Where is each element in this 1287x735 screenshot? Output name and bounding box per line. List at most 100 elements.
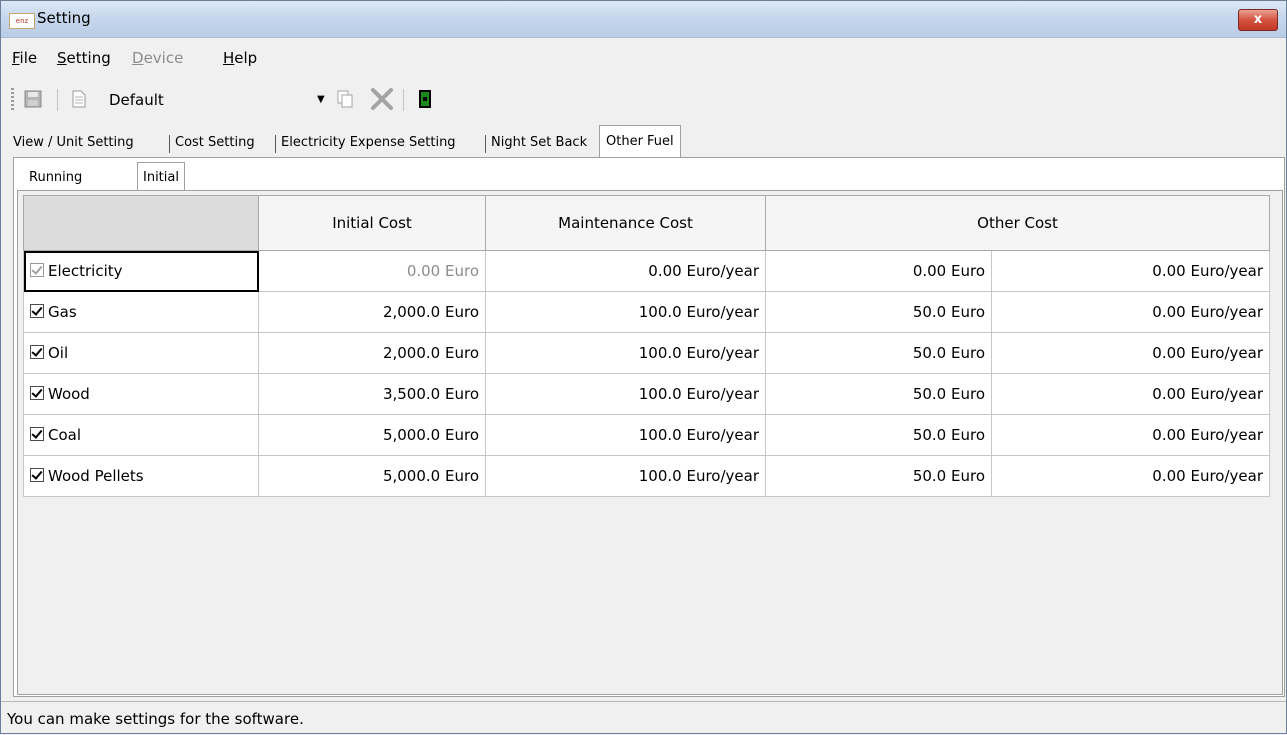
other-cost-cell[interactable]: 50.0 Euro [765,332,992,374]
device-icon[interactable] [415,89,435,109]
tab-initial-cost[interactable]: Initial Cost [137,162,185,214]
maintenance-cost-unit: Euro/year [686,303,759,321]
maintenance-cost-cell[interactable]: 100.0 Euro/year [485,373,766,415]
table-row: Electricity 0.00 Euro 0.00 Euro/year 0.0… [23,250,1270,292]
tab-night-set-back[interactable]: Night Set Back [491,129,587,157]
initial-cost-unit: Euro [445,344,479,362]
other-cost-2-cell[interactable]: 0.00 Euro/year [991,332,1270,374]
other-cost-unit: Euro [951,385,985,403]
fuel-cell[interactable]: Oil [23,332,259,374]
maintenance-cost-value: 100.0 [638,426,682,444]
fuel-label: Wood [48,385,90,403]
initial-cost-cell[interactable]: 2,000.0 Euro [258,291,486,333]
initial-cost-value: 5,000.0 [382,467,441,485]
toolbar-separator [57,89,58,111]
other-cost-cell[interactable]: 50.0 Euro [765,455,992,497]
maintenance-cost-unit: Euro/year [686,344,759,362]
other-cost-value: 50.0 [912,385,947,403]
table-header-row: Initial Cost Maintenance Cost Other Cost [23,195,1270,251]
header-initial-cost[interactable]: Initial Cost [258,195,486,251]
maintenance-cost-cell[interactable]: 100.0 Euro/year [485,291,766,333]
initial-cost-unit: Euro [445,262,479,280]
table-row: Wood Pellets 5,000.0 Euro 100.0 Euro/yea… [23,455,1270,497]
maintenance-cost-unit: Euro/year [686,426,759,444]
close-button[interactable]: x [1238,9,1278,31]
fuel-cell[interactable]: Electricity [23,250,259,292]
other-cost-cell[interactable]: 50.0 Euro [765,291,992,333]
tab-separator [169,135,170,153]
tab-separator [275,135,276,153]
initial-cost-value: 2,000.0 [382,344,441,362]
initial-cost-cell[interactable]: 5,000.0 Euro [258,455,486,497]
maintenance-cost-cell[interactable]: 0.00 Euro/year [485,250,766,292]
initial-cost-unit: Euro [445,426,479,444]
tab-running-cost[interactable]: Running Cost [29,165,82,211]
other-cost-cell[interactable]: 50.0 Euro [765,414,992,456]
tab-cost-setting[interactable]: Cost Setting [175,129,255,157]
maintenance-cost-cell[interactable]: 100.0 Euro/year [485,455,766,497]
copy-icon[interactable] [335,89,355,109]
other-cost-2-value: 0.00 [1152,467,1186,485]
tab-view-unit-setting[interactable]: View / Unit Setting [13,129,134,157]
menu-device[interactable]: Device [132,49,183,67]
other-cost-unit: Euro [951,426,985,444]
table-row: Gas 2,000.0 Euro 100.0 Euro/year 50.0 Eu… [23,291,1270,333]
maintenance-cost-value: 100.0 [638,385,682,403]
fuel-label: Gas [48,303,77,321]
initial-cost-cell[interactable]: 0.00 Euro [258,250,486,292]
other-cost-unit: Euro [951,467,985,485]
fuel-checkbox[interactable] [30,386,44,400]
menu-setting[interactable]: Setting [57,49,111,67]
fuel-cell[interactable]: Gas [23,291,259,333]
settings-window: enz Setting x File Setting Device Help D… [0,0,1287,734]
save-icon[interactable] [23,89,43,109]
fuel-checkbox[interactable] [30,304,44,318]
other-cost-2-cell[interactable]: 0.00 Euro/year [991,250,1270,292]
fuel-cell[interactable]: Wood Pellets [23,455,259,497]
tab-other-fuel[interactable]: Other Fuel [599,125,681,158]
chevron-down-icon[interactable]: ▼ [317,94,325,105]
other-cost-2-unit: Euro/year [1190,426,1263,444]
initial-cost-value: 3,500.0 [382,385,441,403]
table-row: Oil 2,000.0 Euro 100.0 Euro/year 50.0 Eu… [23,332,1270,374]
initial-cost-cell[interactable]: 2,000.0 Euro [258,332,486,374]
other-cost-2-cell[interactable]: 0.00 Euro/year [991,291,1270,333]
fuel-cost-table: Initial Cost Maintenance Cost Other Cost… [23,195,1270,497]
other-cost-value: 50.0 [912,303,947,321]
profile-combobox[interactable]: Default ▼ [101,88,331,112]
initial-cost-cell[interactable]: 5,000.0 Euro [258,414,486,456]
other-cost-2-cell[interactable]: 0.00 Euro/year [991,414,1270,456]
other-cost-2-cell[interactable]: 0.00 Euro/year [991,455,1270,497]
header-maintenance-cost[interactable]: Maintenance Cost [485,195,766,251]
other-cost-cell[interactable]: 50.0 Euro [765,373,992,415]
other-cost-2-unit: Euro/year [1190,344,1263,362]
other-cost-2-cell[interactable]: 0.00 Euro/year [991,373,1270,415]
menu-help[interactable]: Help [223,49,257,67]
other-cost-cell[interactable]: 0.00 Euro [765,250,992,292]
status-text: You can make settings for the software. [7,710,304,728]
fuel-cell[interactable]: Coal [23,414,259,456]
fuel-checkbox[interactable] [30,345,44,359]
fuel-checkbox[interactable] [30,468,44,482]
toolbar-separator [403,89,404,111]
delete-icon[interactable] [369,87,395,111]
other-cost-2-value: 0.00 [1152,426,1186,444]
menu-file[interactable]: File [12,49,37,67]
table-row: Wood 3,500.0 Euro 100.0 Euro/year 50.0 E… [23,373,1270,415]
fuel-cell[interactable]: Wood [23,373,259,415]
maintenance-cost-value: 0.00 [648,262,682,280]
initial-cost-value: 0.00 [406,262,441,280]
title-bar[interactable]: enz Setting x [1,1,1286,38]
maintenance-cost-cell[interactable]: 100.0 Euro/year [485,332,766,374]
toolbar: Default ▼ [1,83,1286,117]
tab-electricity-expense-setting[interactable]: Electricity Expense Setting [281,129,456,157]
fuel-checkbox[interactable] [30,263,44,277]
other-cost-2-unit: Euro/year [1190,262,1263,280]
initial-cost-cell[interactable]: 3,500.0 Euro [258,373,486,415]
header-other-cost[interactable]: Other Cost [765,195,1270,251]
table-row: Coal 5,000.0 Euro 100.0 Euro/year 50.0 E… [23,414,1270,456]
maintenance-cost-cell[interactable]: 100.0 Euro/year [485,414,766,456]
fuel-checkbox[interactable] [30,427,44,441]
toolbar-grip-icon[interactable] [11,88,14,110]
new-document-icon[interactable] [69,89,89,109]
